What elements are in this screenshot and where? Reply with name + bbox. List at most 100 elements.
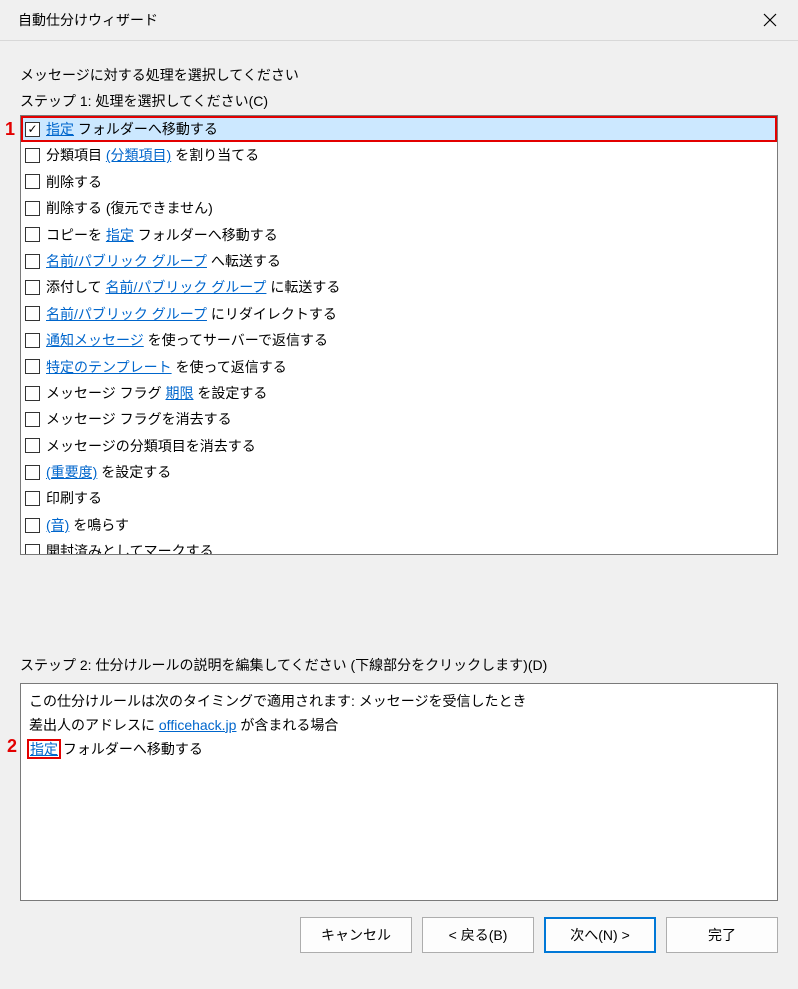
instruction-text: メッセージに対する処理を選択してください bbox=[20, 65, 778, 85]
action-checkbox[interactable] bbox=[25, 201, 40, 216]
actions-list[interactable]: 指定 フォルダーへ移動する分類項目 (分類項目) を割り当てる削除する削除する … bbox=[20, 115, 778, 555]
action-label: 名前/パブリック グループ にリダイレクトする bbox=[46, 303, 337, 325]
action-link[interactable]: 期限 bbox=[166, 385, 194, 401]
action-row[interactable]: (重要度) を設定する bbox=[21, 459, 777, 485]
action-row[interactable]: 印刷する bbox=[21, 485, 777, 511]
action-label: コピーを 指定 フォルダーへ移動する bbox=[46, 224, 278, 246]
desc-folder-link[interactable]: 指定 bbox=[29, 741, 59, 757]
step2-label: ステップ 2: 仕分けルールの説明を編集してください (下線部分をクリックします… bbox=[20, 655, 778, 675]
action-label: 名前/パブリック グループ へ転送する bbox=[46, 250, 281, 272]
action-label: 開封済みとしてマークする bbox=[46, 540, 214, 555]
action-label: 通知メッセージ を使ってサーバーで返信する bbox=[46, 329, 328, 351]
action-checkbox[interactable] bbox=[25, 227, 40, 242]
close-icon bbox=[763, 13, 777, 27]
action-text-part: 削除する (復元できません) bbox=[46, 200, 213, 216]
desc-line-1: この仕分けルールは次のタイミングで適用されます: メッセージを受信したとき bbox=[29, 690, 769, 714]
titlebar: 自動仕分けウィザード bbox=[0, 0, 798, 41]
action-text-part: へ転送する bbox=[207, 253, 281, 269]
action-text-part: 削除する bbox=[46, 174, 102, 190]
action-label: メッセージ フラグを消去する bbox=[46, 408, 232, 430]
action-text-part: 印刷する bbox=[46, 490, 102, 506]
action-text-part: を使ってサーバーで返信する bbox=[144, 332, 328, 348]
action-row[interactable]: 名前/パブリック グループ にリダイレクトする bbox=[21, 301, 777, 327]
action-text-part: を割り当てる bbox=[171, 147, 259, 163]
desc-line2-post: が含まれる場合 bbox=[236, 717, 338, 733]
action-link[interactable]: (重要度) bbox=[46, 464, 97, 480]
action-link[interactable]: 指定 bbox=[106, 227, 134, 243]
rule-description-box: この仕分けルールは次のタイミングで適用されます: メッセージを受信したとき 差出… bbox=[20, 683, 778, 901]
action-checkbox[interactable] bbox=[25, 465, 40, 480]
action-text-part: を設定する bbox=[194, 385, 268, 401]
action-row[interactable]: 指定 フォルダーへ移動する bbox=[21, 116, 777, 142]
action-link[interactable]: 名前/パブリック グループ bbox=[46, 253, 207, 269]
action-row[interactable]: 削除する bbox=[21, 169, 777, 195]
action-label: メッセージの分類項目を消去する bbox=[46, 435, 256, 457]
action-text-part: に転送する bbox=[266, 279, 340, 295]
action-label: (音) を鳴らす bbox=[46, 514, 129, 536]
action-checkbox[interactable] bbox=[25, 280, 40, 295]
action-text-part: にリダイレクトする bbox=[207, 306, 337, 322]
action-row[interactable]: コピーを 指定 フォルダーへ移動する bbox=[21, 222, 777, 248]
wizard-footer: キャンセル < 戻る(B) 次へ(N) > 完了 bbox=[0, 901, 798, 973]
action-row[interactable]: 特定のテンプレート を使って返信する bbox=[21, 354, 777, 380]
action-text-part: コピーを bbox=[46, 227, 106, 243]
action-label: 指定 フォルダーへ移動する bbox=[46, 118, 218, 140]
action-checkbox[interactable] bbox=[25, 438, 40, 453]
action-row[interactable]: (音) を鳴らす bbox=[21, 512, 777, 538]
action-label: 削除する (復元できません) bbox=[46, 197, 213, 219]
desc-line2-pre: 差出人のアドレスに bbox=[29, 717, 159, 733]
action-row[interactable]: 添付して 名前/パブリック グループ に転送する bbox=[21, 274, 777, 300]
action-checkbox[interactable] bbox=[25, 386, 40, 401]
finish-button[interactable]: 完了 bbox=[666, 917, 778, 953]
action-text-part: メッセージの分類項目を消去する bbox=[46, 438, 256, 454]
action-text-part: 添付して bbox=[46, 279, 105, 295]
action-link[interactable]: 名前/パブリック グループ bbox=[46, 306, 207, 322]
cancel-button[interactable]: キャンセル bbox=[300, 917, 412, 953]
back-button[interactable]: < 戻る(B) bbox=[422, 917, 534, 953]
next-button[interactable]: 次へ(N) > bbox=[544, 917, 656, 953]
action-text-part: 分類項目 bbox=[46, 147, 106, 163]
desc-sender-link[interactable]: officehack.jp bbox=[159, 717, 237, 733]
action-link[interactable]: 特定のテンプレート bbox=[46, 359, 172, 375]
action-checkbox[interactable] bbox=[25, 359, 40, 374]
action-row[interactable]: 名前/パブリック グループ へ転送する bbox=[21, 248, 777, 274]
action-checkbox[interactable] bbox=[25, 174, 40, 189]
action-label: 分類項目 (分類項目) を割り当てる bbox=[46, 144, 259, 166]
window-title: 自動仕分けウィザード bbox=[18, 10, 158, 30]
action-row[interactable]: 削除する (復元できません) bbox=[21, 195, 777, 221]
action-label: 削除する bbox=[46, 171, 102, 193]
action-text-part: フォルダーへ移動する bbox=[134, 227, 278, 243]
action-checkbox[interactable] bbox=[25, 544, 40, 555]
action-checkbox[interactable] bbox=[25, 306, 40, 321]
close-button[interactable] bbox=[754, 6, 786, 34]
action-row[interactable]: メッセージ フラグを消去する bbox=[21, 406, 777, 432]
action-link[interactable]: (音) bbox=[46, 517, 69, 533]
action-checkbox[interactable] bbox=[25, 333, 40, 348]
action-row[interactable]: 分類項目 (分類項目) を割り当てる bbox=[21, 142, 777, 168]
desc-line3-post: フォルダーへ移動する bbox=[59, 741, 203, 757]
action-label: 添付して 名前/パブリック グループ に転送する bbox=[46, 276, 340, 298]
action-link[interactable]: 名前/パブリック グループ bbox=[105, 279, 266, 295]
action-row[interactable]: 開封済みとしてマークする bbox=[21, 538, 777, 555]
action-checkbox[interactable] bbox=[25, 254, 40, 269]
action-link[interactable]: 指定 bbox=[46, 121, 74, 137]
action-row[interactable]: 通知メッセージ を使ってサーバーで返信する bbox=[21, 327, 777, 353]
action-link[interactable]: (分類項目) bbox=[106, 147, 171, 163]
action-text-part: を設定する bbox=[97, 464, 171, 480]
desc-line-2: 差出人のアドレスに officehack.jp が含まれる場合 bbox=[29, 714, 769, 738]
action-checkbox[interactable] bbox=[25, 148, 40, 163]
action-checkbox[interactable] bbox=[25, 491, 40, 506]
action-checkbox[interactable] bbox=[25, 518, 40, 533]
action-text-part: フォルダーへ移動する bbox=[74, 121, 218, 137]
action-row[interactable]: メッセージの分類項目を消去する bbox=[21, 433, 777, 459]
action-text-part: 開封済みとしてマークする bbox=[46, 543, 214, 555]
desc-line-3: 指定 フォルダーへ移動する bbox=[29, 738, 769, 762]
action-checkbox[interactable] bbox=[25, 412, 40, 427]
action-checkbox[interactable] bbox=[25, 122, 40, 137]
action-label: (重要度) を設定する bbox=[46, 461, 171, 483]
action-label: 印刷する bbox=[46, 487, 102, 509]
action-text-part: を鳴らす bbox=[69, 517, 129, 533]
action-link[interactable]: 通知メッセージ bbox=[46, 332, 144, 348]
action-row[interactable]: メッセージ フラグ 期限 を設定する bbox=[21, 380, 777, 406]
action-text-part: を使って返信する bbox=[172, 359, 287, 375]
